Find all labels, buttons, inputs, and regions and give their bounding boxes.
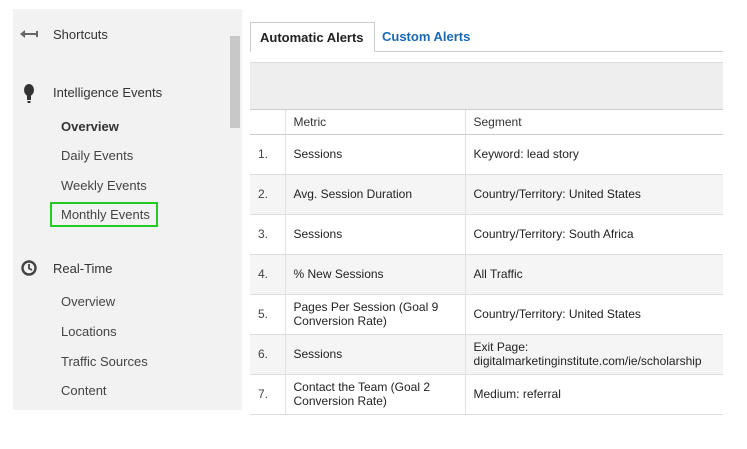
row-number: 2. — [250, 174, 285, 215]
table-row[interactable]: 2. Avg. Session Duration Country/Territo… — [250, 174, 723, 215]
row-segment: All Traffic — [464, 254, 723, 295]
row-number: 4. — [250, 254, 285, 295]
sidebar-section-real-time[interactable]: Real-Time — [13, 257, 233, 283]
alerts-tab-bar: Automatic Alerts Custom Alerts — [250, 22, 723, 52]
row-segment: Medium: referral — [464, 374, 723, 415]
table-row[interactable]: 1. Sessions Keyword: lead story — [250, 134, 723, 175]
row-metric: Sessions — [284, 134, 465, 175]
row-number: 1. — [250, 134, 285, 175]
sidebar-section-intelligence-events[interactable]: Intelligence Events — [13, 81, 233, 107]
row-metric: Avg. Session Duration — [284, 174, 465, 215]
row-segment: Exit Page: digitalmarketinginstitute.com… — [464, 334, 723, 375]
row-number: 5. — [250, 294, 285, 335]
sidebar-item-monthly-events[interactable]: Monthly Events — [50, 202, 158, 227]
row-metric: Pages Per Session (Goal 9 Conversion Rat… — [284, 294, 465, 335]
alerts-toolbar — [250, 62, 723, 110]
lightbulb-icon — [17, 83, 41, 103]
sidebar-item-content[interactable]: Content — [61, 383, 107, 398]
column-header-number — [250, 110, 285, 135]
table-row[interactable]: 5. Pages Per Session (Goal 9 Conversion … — [250, 294, 723, 335]
table-row[interactable]: 7. Contact the Team (Goal 2 Conversion R… — [250, 374, 723, 415]
row-segment: Country/Territory: South Africa — [464, 214, 723, 255]
sidebar-section-shortcuts[interactable]: Shortcuts — [13, 23, 233, 49]
column-header-segment[interactable]: Segment — [464, 110, 723, 135]
table-row[interactable]: 6. Sessions Exit Page: digitalmarketingi… — [250, 334, 723, 375]
column-header-metric[interactable]: Metric — [284, 110, 465, 135]
sidebar-section-label: Intelligence Events — [53, 85, 163, 100]
row-metric: Sessions — [284, 334, 465, 375]
sidebar-item-traffic-sources[interactable]: Traffic Sources — [61, 354, 148, 369]
sidebar-item-realtime-overview[interactable]: Overview — [61, 294, 115, 309]
row-metric: Contact the Team (Goal 2 Conversion Rate… — [284, 374, 465, 415]
table-header-row: Metric Segment — [250, 110, 723, 135]
row-metric: Sessions — [284, 214, 465, 255]
table-row[interactable]: 4. % New Sessions All Traffic — [250, 254, 723, 295]
sidebar-section-label: Real-Time — [53, 261, 113, 276]
sidebar-item-daily-events[interactable]: Daily Events — [61, 148, 133, 163]
row-number: 7. — [250, 374, 285, 415]
row-number: 6. — [250, 334, 285, 375]
sidebar-item-intelligence-overview[interactable]: Overview — [61, 119, 119, 134]
tab-custom-alerts[interactable]: Custom Alerts — [382, 22, 470, 52]
row-metric: % New Sessions — [284, 254, 465, 295]
sidebar: Shortcuts Intelligence Events Overview D… — [13, 9, 242, 410]
row-segment: Country/Territory: United States — [464, 294, 723, 335]
table-row[interactable]: 3. Sessions Country/Territory: South Afr… — [250, 214, 723, 255]
sidebar-item-weekly-events[interactable]: Weekly Events — [61, 178, 147, 193]
alerts-table: Metric Segment 1. Sessions Keyword: lead… — [250, 110, 723, 415]
sidebar-section-label: Shortcuts — [53, 27, 108, 42]
tab-automatic-alerts[interactable]: Automatic Alerts — [250, 22, 375, 52]
sidebar-scrollbar[interactable] — [230, 36, 240, 128]
shortcuts-arrow-icon — [17, 25, 41, 45]
row-segment: Country/Territory: United States — [464, 174, 723, 215]
row-segment: Keyword: lead story — [464, 134, 723, 175]
row-number: 3. — [250, 214, 285, 255]
clock-icon — [17, 259, 41, 279]
sidebar-item-locations[interactable]: Locations — [61, 324, 117, 339]
